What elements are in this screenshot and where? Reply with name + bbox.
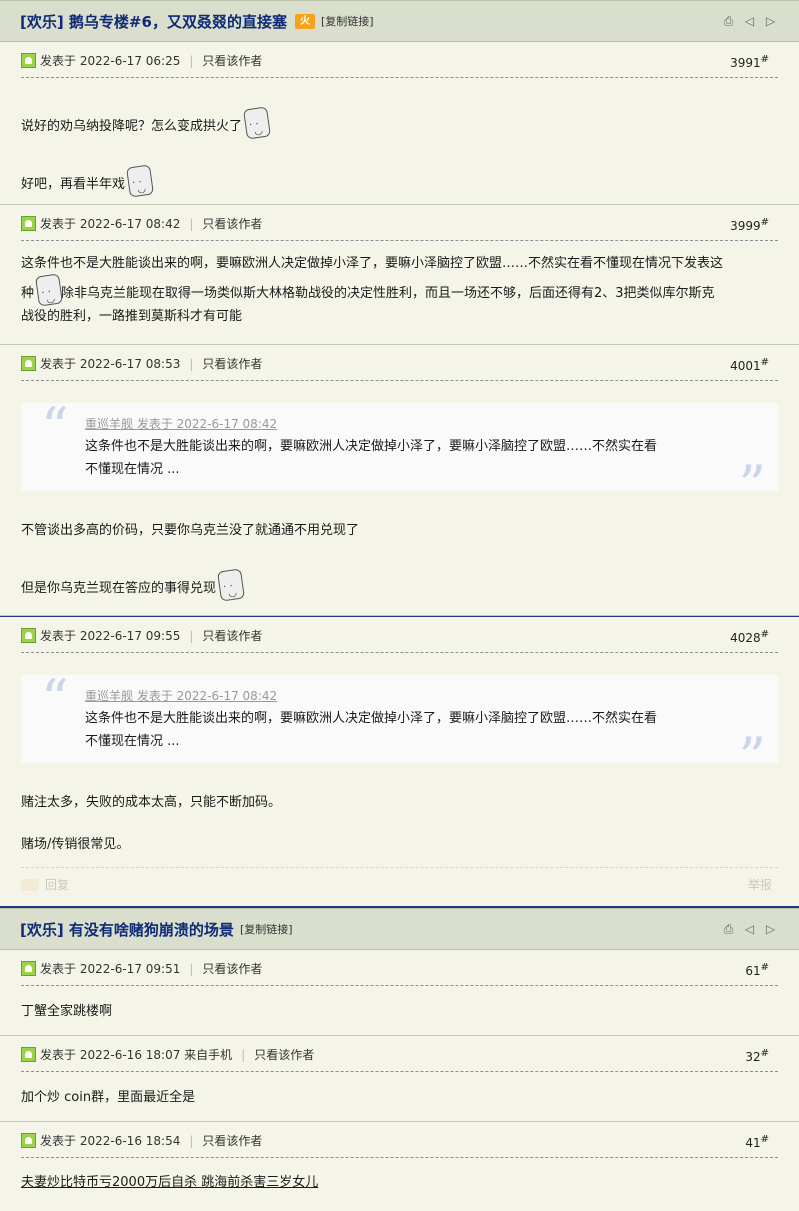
quote-block: “ 重巡羊舰 发表于 2022-6-17 08:42 这条件也不是大胜能谈出来的… xyxy=(21,396,778,513)
post: 发表于 2022-6-16 18:54 | 只看该作者 41# 夫妻炒比特币亏2… xyxy=(0,1122,799,1211)
news-link[interactable]: 夫妻炒比特币亏2000万后自杀 跳海前杀害三岁女儿 xyxy=(21,1175,318,1190)
floor-number[interactable]: 3999# xyxy=(730,217,769,233)
author-only-link[interactable]: 只看该作者 xyxy=(202,1132,262,1149)
post-text: 夫妻炒比特币亏2000万后自杀 跳海前杀害三岁女儿 xyxy=(21,1172,773,1194)
post-time: 2022-6-17 06:25 xyxy=(79,53,181,68)
post-actions: 回复 举报 xyxy=(21,867,778,893)
prev-thread-icon[interactable]: ◁ xyxy=(743,922,756,935)
thread-title[interactable]: [欢乐] 鹅乌专楼#6，又双叒叕的直接塞 xyxy=(20,11,287,32)
hot-badge-icon: 火 xyxy=(294,13,315,29)
post-text: 加个炒 coin群，里面最近全是 xyxy=(21,1090,196,1105)
post-meta: 发表于 2022-6-17 09:51 | 只看该作者 xyxy=(21,960,262,977)
post-time: 2022-6-16 18:07 xyxy=(79,1047,181,1062)
quote-open-icon: “ xyxy=(41,668,69,731)
thread-header: [欢乐] 有没有啥赌狗崩溃的场景 [复制链接] ⎙ ◁ ▷ xyxy=(0,908,799,950)
quote-open-icon: “ xyxy=(41,396,69,459)
post-text: 说好的劝乌纳投降呢？怎么变成拱火了 xyxy=(21,106,773,140)
online-user-icon xyxy=(21,961,36,976)
divider xyxy=(21,985,778,986)
post-meta: 发表于 2022-6-17 08:42 | 只看该作者 xyxy=(21,215,262,232)
next-thread-icon[interactable]: ▷ xyxy=(764,922,777,935)
post-time: 2022-6-16 18:54 xyxy=(79,1133,181,1148)
online-user-icon xyxy=(21,628,36,643)
author-only-link[interactable]: 只看该作者 xyxy=(202,215,262,232)
smiley-icon xyxy=(35,273,63,307)
floor-number[interactable]: 61# xyxy=(745,962,769,978)
author-only-link[interactable]: 只看该作者 xyxy=(202,355,262,372)
online-user-icon xyxy=(21,1133,36,1148)
post-time: 2022-6-17 09:55 xyxy=(79,628,181,643)
floor-number[interactable]: 4028# xyxy=(730,629,769,645)
divider xyxy=(21,1071,778,1072)
floor-number[interactable]: 32# xyxy=(745,1048,769,1064)
quote-source-link[interactable]: 重巡羊舰 发表于 2022-6-17 08:42 xyxy=(85,687,277,704)
post-meta: 发表于 2022-6-17 06:25 | 只看该作者 xyxy=(21,52,262,69)
online-user-icon xyxy=(21,216,36,231)
divider xyxy=(21,380,778,381)
divider xyxy=(21,652,778,653)
quote-text: 这条件也不是大胜能谈出来的啊，要嘛欧洲人决定做掉小泽了，要嘛小泽脑控了欧盟……不… xyxy=(85,439,658,477)
thread-tools: ⎙ ◁ ▷ xyxy=(722,14,777,27)
post-text: 丁蟹全家跳楼啊 xyxy=(21,1004,113,1019)
thread-header: [欢乐] 鹅乌专楼#6，又双叒叕的直接塞 火 [复制链接] ⎙ ◁ ▷ xyxy=(0,0,799,42)
thread-tools: ⎙ ◁ ▷ xyxy=(722,922,777,935)
post: 发表于 2022-6-17 06:25 | 只看该作者 3991# 说好的劝乌纳… xyxy=(0,42,799,205)
copy-link-button[interactable]: [复制链接] xyxy=(240,921,293,937)
floor-number[interactable]: 4001# xyxy=(730,357,769,373)
author-only-link[interactable]: 只看该作者 xyxy=(254,1046,314,1063)
post-text: 这条件也不是大胜能谈出来的啊，要嘛欧洲人决定做掉小泽了，要嘛小泽脑控了欧盟……不… xyxy=(21,252,773,328)
post: 发表于 2022-6-17 08:53 | 只看该作者 4001# “ 重巡羊舰… xyxy=(0,345,799,616)
quote-source-link[interactable]: 重巡羊舰 发表于 2022-6-17 08:42 xyxy=(85,415,277,432)
floor-number[interactable]: 3991# xyxy=(730,54,769,70)
post-text: 赌场/传销很常见。 xyxy=(21,837,130,852)
author-only-link[interactable]: 只看该作者 xyxy=(202,960,262,977)
post-meta: 发表于 2022-6-16 18:07 来自手机 | 只看该作者 xyxy=(21,1046,314,1063)
post: 发表于 2022-6-16 18:07 来自手机 | 只看该作者 32# 加个炒… xyxy=(0,1036,799,1122)
smiley-icon xyxy=(217,568,245,602)
online-user-icon xyxy=(21,1047,36,1062)
post-meta: 发表于 2022-6-17 08:53 | 只看该作者 xyxy=(21,355,262,372)
post: 发表于 2022-6-17 09:55 | 只看该作者 4028# “ 重巡羊舰… xyxy=(0,616,799,908)
reply-icon xyxy=(21,878,39,891)
quote-block: “ 重巡羊舰 发表于 2022-6-17 08:42 这条件也不是大胜能谈出来的… xyxy=(21,668,778,785)
quote-close-icon: ” xyxy=(738,726,766,789)
divider xyxy=(21,240,778,241)
smiley-icon xyxy=(126,164,154,198)
author-only-link[interactable]: 只看该作者 xyxy=(202,52,262,69)
divider xyxy=(21,77,778,78)
reply-button[interactable]: 回复 xyxy=(21,876,69,893)
copy-link-button[interactable]: [复制链接] xyxy=(321,13,374,29)
online-user-icon xyxy=(21,356,36,371)
post-source: 来自手机 xyxy=(184,1048,233,1062)
post-time: 2022-6-17 08:42 xyxy=(79,216,181,231)
quote-close-icon: ” xyxy=(738,454,766,517)
post-text: 好吧，再看半年戏 xyxy=(21,164,773,198)
divider xyxy=(21,1157,778,1158)
thread-title[interactable]: [欢乐] 有没有啥赌狗崩溃的场景 xyxy=(20,919,234,940)
quote-text: 这条件也不是大胜能谈出来的啊，要嘛欧洲人决定做掉小泽了，要嘛小泽脑控了欧盟……不… xyxy=(85,711,658,749)
post-text: 赌注太多，失败的成本太高，只能不断加码。 xyxy=(21,795,282,810)
post-text: 但是你乌克兰现在答应的事得兑现 xyxy=(21,568,773,602)
post-time: 2022-6-17 09:51 xyxy=(79,961,181,976)
online-user-icon xyxy=(21,53,36,68)
post-time: 2022-6-17 08:53 xyxy=(79,356,181,371)
print-icon[interactable]: ⎙ xyxy=(722,14,735,27)
author-only-link[interactable]: 只看该作者 xyxy=(202,627,262,644)
post-text: 不管谈出多高的价码，只要你乌克兰没了就通通不用兑现了 xyxy=(21,523,360,538)
post-meta: 发表于 2022-6-16 18:54 | 只看该作者 xyxy=(21,1132,262,1149)
post-meta: 发表于 2022-6-17 09:55 | 只看该作者 xyxy=(21,627,262,644)
prev-thread-icon[interactable]: ◁ xyxy=(743,14,756,27)
post: 发表于 2022-6-17 08:42 | 只看该作者 3999# 这条件也不是… xyxy=(0,205,799,345)
next-thread-icon[interactable]: ▷ xyxy=(764,14,777,27)
post: 发表于 2022-6-17 09:51 | 只看该作者 61# 丁蟹全家跳楼啊 xyxy=(0,950,799,1036)
print-icon[interactable]: ⎙ xyxy=(722,922,735,935)
floor-number[interactable]: 41# xyxy=(745,1134,769,1150)
report-button[interactable]: 举报 xyxy=(748,876,772,893)
smiley-icon xyxy=(243,106,271,140)
